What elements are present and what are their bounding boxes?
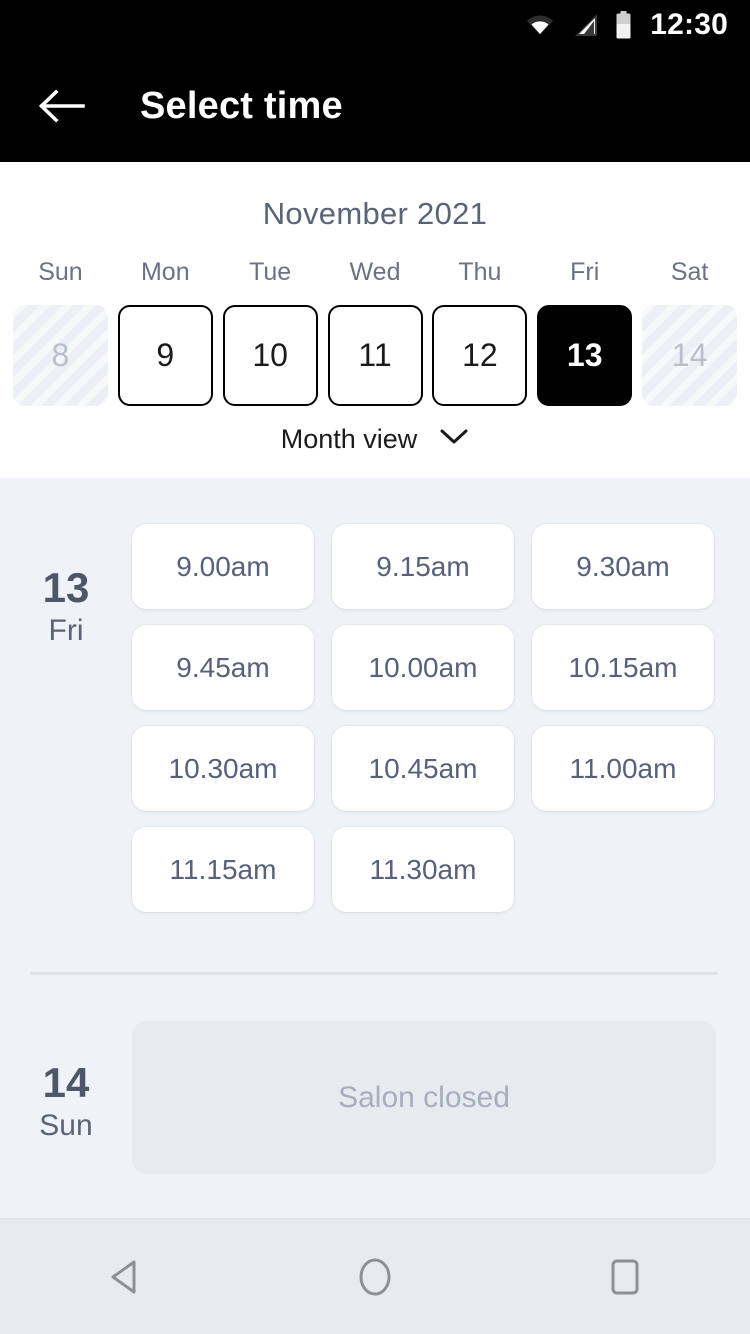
day-label-column: 14 Sun <box>0 1021 132 1174</box>
time-slot[interactable]: 9.00am <box>132 524 314 609</box>
schedule-day-13: 13 Fri 9.00am 9.15am 9.30am 9.45am 10.00… <box>0 478 750 912</box>
date-cell-slot: 12 <box>427 305 532 406</box>
dow-label: Tue <box>249 258 292 286</box>
status-bar: 12:30 <box>0 0 750 50</box>
date-cell-14: 14 <box>642 305 738 406</box>
dow-label: Sun <box>38 258 83 286</box>
time-slot[interactable]: 9.15am <box>332 524 514 609</box>
time-slot-grid: 9.00am 9.15am 9.30am 9.45am 10.00am 10.1… <box>132 524 750 912</box>
wifi-icon <box>525 13 555 37</box>
dow-label: Wed <box>349 258 401 286</box>
day-name: Fri <box>48 614 84 648</box>
page-title: Select time <box>140 84 343 127</box>
dow-label: Mon <box>140 258 190 286</box>
status-clock: 12:30 <box>650 8 728 41</box>
month-label: November 2021 <box>262 196 488 231</box>
schedule-area: 13 Fri 9.00am 9.15am 9.30am 9.45am 10.00… <box>0 478 750 1218</box>
day-label-column: 13 Fri <box>0 524 132 912</box>
day-number: 14 <box>42 1059 90 1106</box>
salon-closed-card: Salon closed <box>132 1021 716 1174</box>
schedule-day-14: 14 Sun Salon closed <box>0 975 750 1174</box>
phone-screen: 12:30 Select time November 2021 Sun Mon … <box>0 0 750 1334</box>
time-slot[interactable]: 10.00am <box>332 625 514 710</box>
time-slot[interactable]: 11.15am <box>132 827 314 912</box>
dow-label: Sat <box>670 258 709 286</box>
calendar-strip: November 2021 Sun Mon Tue Wed Thu Fri Sa… <box>0 162 750 478</box>
time-slot[interactable]: 11.00am <box>532 726 714 811</box>
cell-signal-icon <box>571 12 599 38</box>
date-cell-10[interactable]: 10 <box>222 305 318 406</box>
android-nav-bar <box>0 1218 750 1334</box>
home-circle-icon[interactable] <box>320 1237 430 1317</box>
date-cell-slot: 11 <box>323 305 428 406</box>
app-bar: Select time <box>0 50 750 162</box>
chevron-down-icon <box>439 428 469 451</box>
time-slot[interactable]: 9.30am <box>532 524 714 609</box>
date-cell-slot: 8 <box>8 305 113 406</box>
recents-square-icon[interactable] <box>570 1237 680 1317</box>
date-cell-slot: 10 <box>218 305 323 406</box>
date-cell-12[interactable]: 12 <box>432 305 528 406</box>
time-slot[interactable]: 10.30am <box>132 726 314 811</box>
battery-icon <box>615 11 632 39</box>
status-icons <box>525 11 632 39</box>
day-number: 13 <box>42 564 90 611</box>
back-triangle-icon[interactable] <box>70 1237 180 1317</box>
time-slot[interactable]: 11.30am <box>332 827 514 912</box>
dow-label: Fri <box>570 258 600 286</box>
date-cells-row: 8 9 10 11 12 13 14 <box>0 305 750 406</box>
time-slot[interactable]: 9.45am <box>132 625 314 710</box>
date-cell-slot: 13 <box>532 305 637 406</box>
back-arrow-icon[interactable] <box>22 66 102 146</box>
date-cell-slot: 14 <box>637 305 742 406</box>
date-cell-8: 8 <box>12 305 108 406</box>
month-view-label: Month view <box>280 424 418 454</box>
date-cell-11[interactable]: 11 <box>327 305 423 406</box>
month-view-toggle[interactable]: Month view <box>0 424 750 455</box>
date-cell-slot: 9 <box>113 305 218 406</box>
date-cell-9[interactable]: 9 <box>117 305 213 406</box>
time-slot[interactable]: 10.15am <box>532 625 714 710</box>
time-slot[interactable]: 10.45am <box>332 726 514 811</box>
day-of-week-header: Sun Mon Tue Wed Thu Fri Sat <box>0 258 750 287</box>
dow-label: Thu <box>458 258 502 286</box>
day-name: Sun <box>39 1109 93 1143</box>
date-cell-13-selected[interactable]: 13 <box>537 305 633 406</box>
